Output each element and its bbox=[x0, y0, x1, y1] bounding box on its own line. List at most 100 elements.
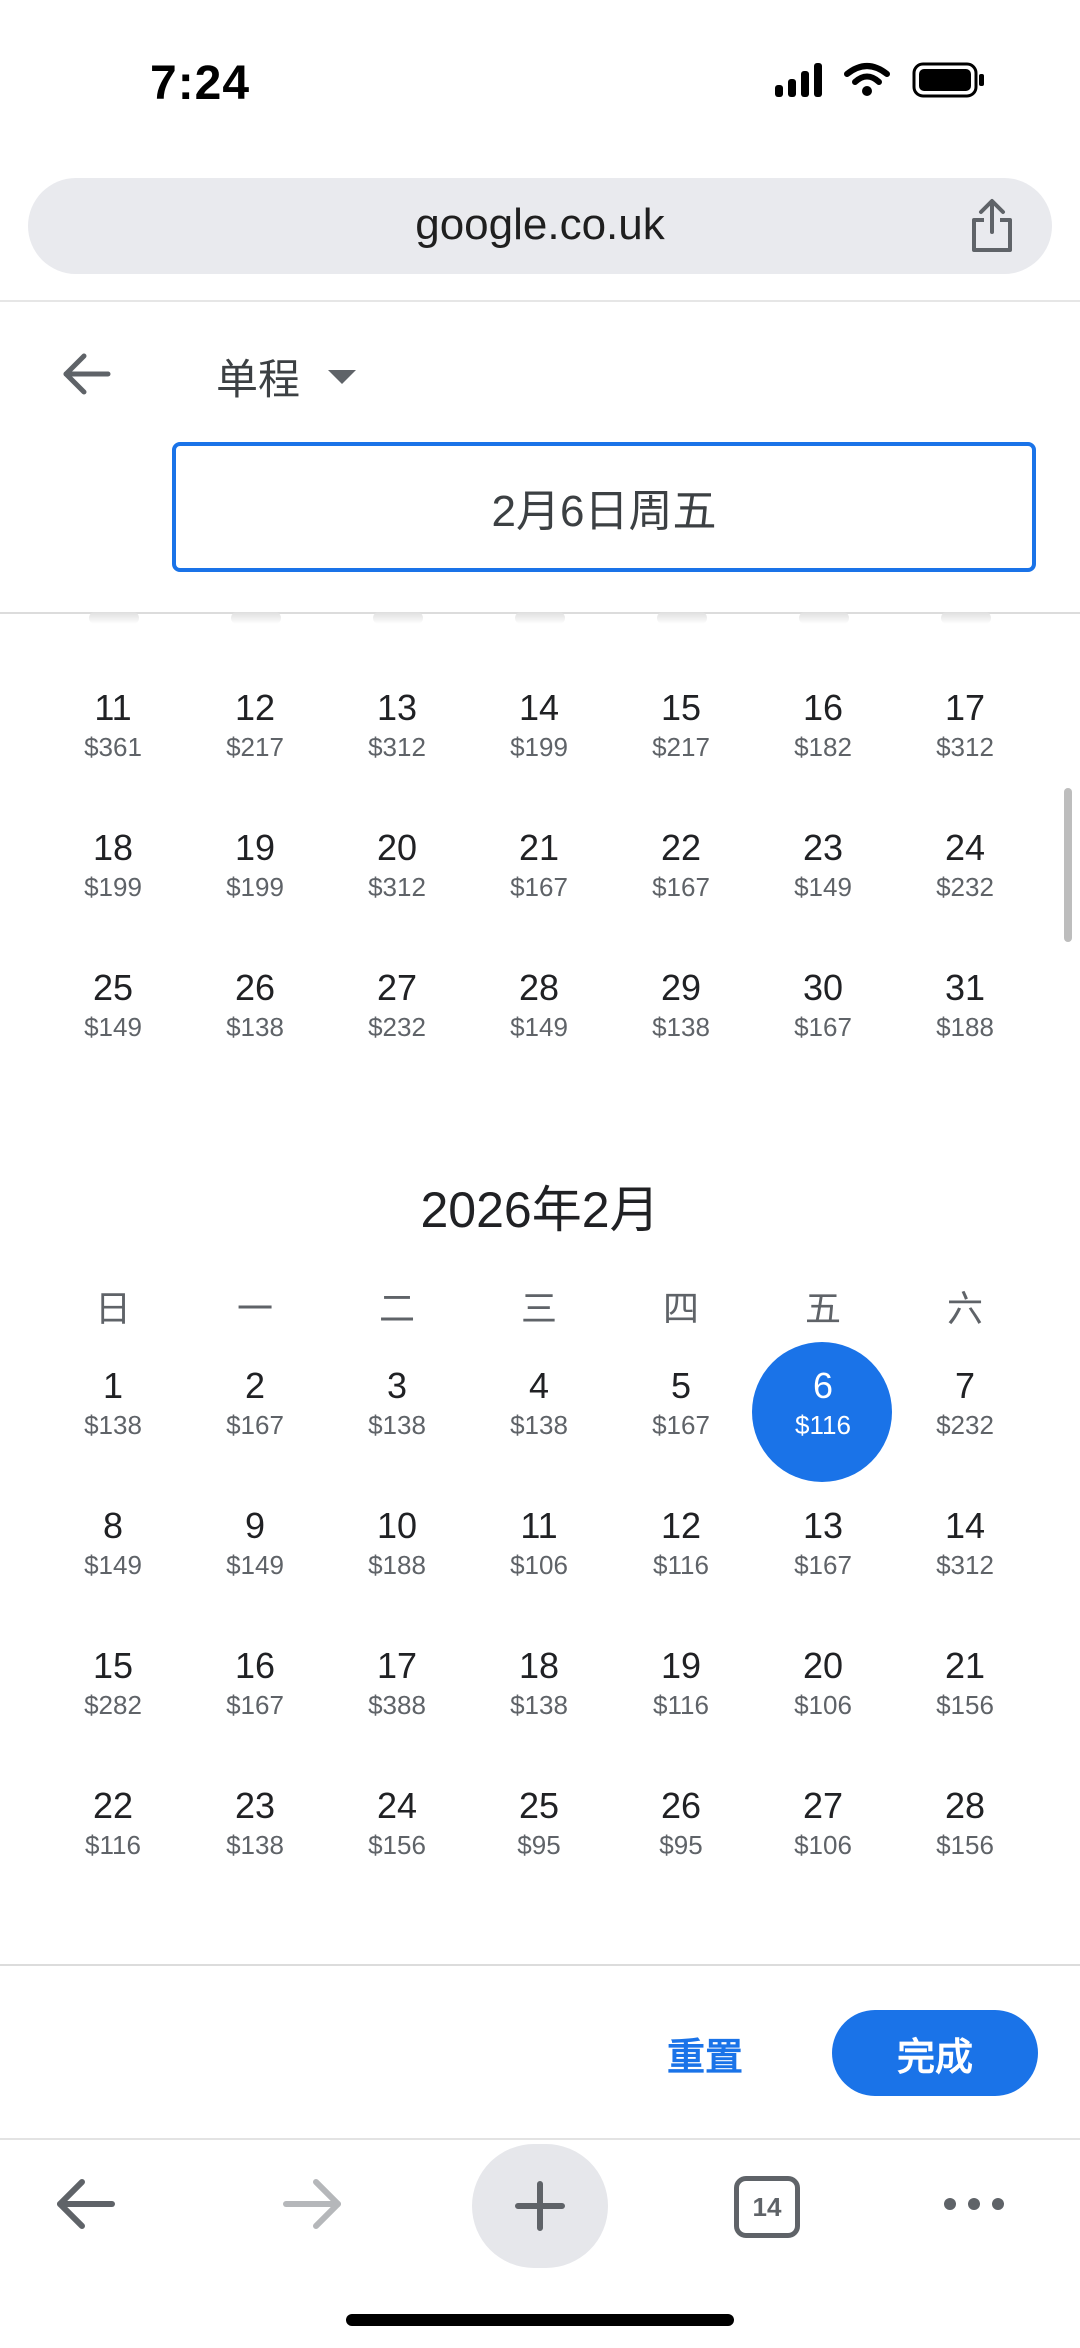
calendar-day[interactable]: 30 $167 bbox=[752, 944, 894, 1084]
nav-forward-icon[interactable] bbox=[280, 2176, 346, 2232]
day-number: 26 bbox=[660, 1785, 702, 1826]
calendar-day[interactable]: 8 $149 bbox=[42, 1482, 184, 1622]
signal-icon bbox=[775, 63, 822, 97]
day-price: $106 bbox=[794, 1690, 852, 1720]
new-tab-button[interactable] bbox=[472, 2144, 608, 2268]
day-number: 13 bbox=[802, 1505, 844, 1546]
day-number: 5 bbox=[670, 1365, 692, 1406]
address-bar[interactable]: google.co.uk bbox=[28, 178, 1052, 274]
trip-type-dropdown[interactable]: 单程 bbox=[216, 346, 357, 407]
calendar-day[interactable]: 26 $138 bbox=[184, 944, 326, 1084]
day-number: 20 bbox=[802, 1645, 844, 1686]
calendar-day[interactable]: 23 $149 bbox=[752, 804, 894, 944]
day-price: $106 bbox=[510, 1550, 568, 1580]
calendar-day-selected[interactable]: 6 $116 bbox=[752, 1342, 894, 1482]
day-price: $149 bbox=[84, 1550, 142, 1580]
calendar-day[interactable]: 5 $167 bbox=[610, 1342, 752, 1482]
calendar-day[interactable]: 27 $106 bbox=[752, 1762, 894, 1902]
share-icon[interactable] bbox=[968, 198, 1016, 254]
calendar-day[interactable]: 15 $217 bbox=[610, 664, 752, 804]
nav-back-icon[interactable] bbox=[52, 2176, 118, 2232]
calendar-day[interactable]: 18 $138 bbox=[468, 1622, 610, 1762]
weekday-label: 四 bbox=[662, 1288, 699, 1329]
day-price: $312 bbox=[368, 872, 426, 902]
scrollbar[interactable] bbox=[1064, 788, 1072, 942]
tabs-icon[interactable]: 14 bbox=[734, 2176, 800, 2238]
more-icon[interactable] bbox=[940, 2176, 1008, 2232]
calendar-day[interactable]: 11 $106 bbox=[468, 1482, 610, 1622]
calendar-day[interactable]: 10 $188 bbox=[326, 1482, 468, 1622]
browser-toolbar: 14 bbox=[0, 2138, 1080, 2270]
calendar-day[interactable]: 17 $312 bbox=[894, 664, 1036, 804]
day-number: 23 bbox=[802, 827, 844, 868]
weekday-label: 一 bbox=[236, 1288, 273, 1329]
calendar-day[interactable]: 2 $167 bbox=[184, 1342, 326, 1482]
day-number: 16 bbox=[802, 687, 844, 728]
day-number: 21 bbox=[944, 1645, 986, 1686]
calendar-day[interactable]: 18 $199 bbox=[42, 804, 184, 944]
calendar-day[interactable]: 17 $388 bbox=[326, 1622, 468, 1762]
day-number: 8 bbox=[102, 1505, 124, 1546]
day-price: $167 bbox=[652, 872, 710, 902]
day-number: 11 bbox=[520, 1505, 558, 1546]
day-price: $282 bbox=[84, 1690, 142, 1720]
battery-icon bbox=[912, 62, 984, 98]
calendar-day[interactable]: 28 $149 bbox=[468, 944, 610, 1084]
calendar-day[interactable]: 21 $167 bbox=[468, 804, 610, 944]
back-arrow-icon[interactable] bbox=[58, 350, 114, 398]
calendar-day[interactable]: 26 $95 bbox=[610, 1762, 752, 1902]
calendar-day[interactable]: 3 $138 bbox=[326, 1342, 468, 1482]
weekday-label: 三 bbox=[520, 1288, 557, 1329]
day-price: $217 bbox=[652, 732, 710, 762]
calendar-day[interactable]: 29 $138 bbox=[610, 944, 752, 1084]
calendar-day[interactable]: 24 $232 bbox=[894, 804, 1036, 944]
calendar-day[interactable]: 25 $95 bbox=[468, 1762, 610, 1902]
calendar-day[interactable]: 23 $138 bbox=[184, 1762, 326, 1902]
calendar-day[interactable]: 16 $182 bbox=[752, 664, 894, 804]
calendar-day[interactable]: 19 $116 bbox=[610, 1622, 752, 1762]
calendar-day[interactable]: 20 $312 bbox=[326, 804, 468, 944]
calendar-day[interactable]: 12 $116 bbox=[610, 1482, 752, 1622]
calendar-day[interactable]: 12 $217 bbox=[184, 664, 326, 804]
day-number: 22 bbox=[660, 827, 702, 868]
url-text[interactable]: google.co.uk bbox=[28, 200, 1052, 250]
calendar-day[interactable]: 20 $106 bbox=[752, 1622, 894, 1762]
day-price: $149 bbox=[510, 1012, 568, 1042]
day-number: 28 bbox=[944, 1785, 986, 1826]
calendar-day[interactable]: 25 $149 bbox=[42, 944, 184, 1084]
calendar-day[interactable]: 1 $138 bbox=[42, 1342, 184, 1482]
day-price: $167 bbox=[510, 872, 568, 902]
day-number: 25 bbox=[518, 1785, 560, 1826]
calendar-day[interactable]: 15 $282 bbox=[42, 1622, 184, 1762]
calendar-day[interactable]: 28 $156 bbox=[894, 1762, 1036, 1902]
calendar-day[interactable]: 11 $361 bbox=[42, 664, 184, 804]
day-price: $199 bbox=[510, 732, 568, 762]
calendar-day[interactable]: 13 $167 bbox=[752, 1482, 894, 1622]
calendar-day[interactable]: 13 $312 bbox=[326, 664, 468, 804]
calendar-day[interactable]: 14 $312 bbox=[894, 1482, 1036, 1622]
calendar-day[interactable]: 16 $167 bbox=[184, 1622, 326, 1762]
scroll-fade bbox=[0, 612, 1080, 634]
done-button[interactable]: 完成 bbox=[832, 2010, 1038, 2096]
weekday-label: 六 bbox=[946, 1288, 983, 1329]
home-indicator bbox=[346, 2314, 734, 2326]
calendar-day[interactable]: 24 $156 bbox=[326, 1762, 468, 1902]
departure-date-field[interactable]: 2月6日周五 bbox=[172, 442, 1036, 572]
calendar-day[interactable]: 22 $167 bbox=[610, 804, 752, 944]
reset-button[interactable]: 重置 bbox=[640, 2010, 770, 2096]
day-price: $138 bbox=[84, 1410, 142, 1440]
day-number: 1 bbox=[102, 1365, 124, 1406]
day-number: 19 bbox=[660, 1645, 702, 1686]
calendar-day[interactable]: 31 $188 bbox=[894, 944, 1036, 1084]
weekday-header: 日 一 二 三 四 五 六 bbox=[0, 1280, 1080, 1330]
calendar-day[interactable]: 9 $149 bbox=[184, 1482, 326, 1622]
calendar-day[interactable]: 4 $138 bbox=[468, 1342, 610, 1482]
calendar-day[interactable]: 7 $232 bbox=[894, 1342, 1036, 1482]
calendar-day[interactable]: 14 $199 bbox=[468, 664, 610, 804]
calendar-day[interactable]: 27 $232 bbox=[326, 944, 468, 1084]
day-price: $116 bbox=[653, 1690, 709, 1720]
calendar-day[interactable]: 19 $199 bbox=[184, 804, 326, 944]
calendar-day[interactable]: 22 $116 bbox=[42, 1762, 184, 1902]
calendar-day[interactable]: 21 $156 bbox=[894, 1622, 1036, 1762]
day-number: 18 bbox=[518, 1645, 560, 1686]
